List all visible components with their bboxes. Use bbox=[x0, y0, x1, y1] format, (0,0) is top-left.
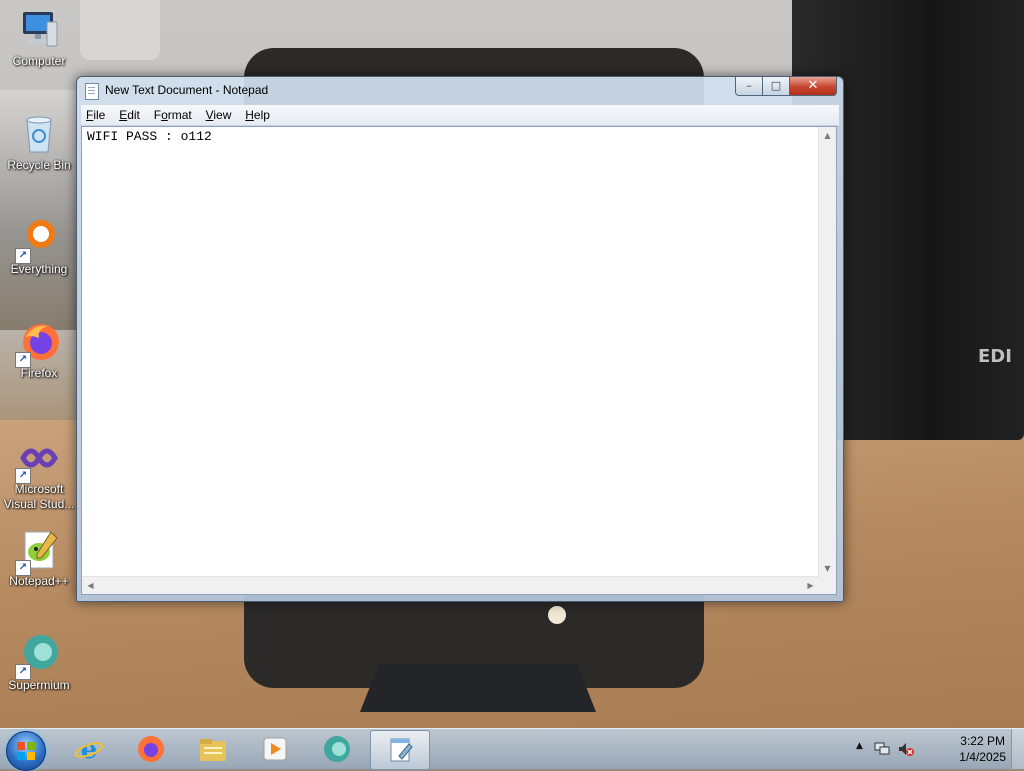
taskbar-internet-explorer[interactable]: e bbox=[60, 730, 118, 768]
taskbar-clock[interactable]: 3:22 PM 1/4/2025 bbox=[959, 733, 1006, 765]
windows-logo-icon bbox=[17, 742, 35, 760]
supermium-icon: ↗ bbox=[15, 632, 61, 680]
window-titlebar[interactable]: New Text Document - Notepad – □ ✕ bbox=[77, 77, 843, 105]
show-desktop-button[interactable] bbox=[1011, 729, 1024, 769]
menu-edit[interactable]: Edit bbox=[114, 105, 145, 125]
notepad-icon bbox=[85, 83, 99, 100]
wallpaper-vase bbox=[80, 0, 160, 60]
desktop-icon-label: Supermium bbox=[8, 678, 70, 692]
shortcut-arrow-icon: ↗ bbox=[15, 248, 31, 264]
text-editor[interactable]: WIFI PASS : o112 ▲ ▼ ◀ ▶ bbox=[81, 126, 837, 595]
computer-icon bbox=[17, 8, 61, 52]
horizontal-scrollbar[interactable]: ◀ ▶ bbox=[82, 576, 819, 594]
recycle-bin-icon bbox=[17, 112, 61, 156]
taskbar-notepad[interactable] bbox=[370, 730, 430, 770]
desktop-icon-label: Recycle Bin bbox=[7, 158, 71, 172]
menu-format[interactable]: Format bbox=[149, 105, 197, 125]
shortcut-arrow-icon: ↗ bbox=[15, 352, 31, 368]
vertical-scrollbar[interactable]: ▲ ▼ bbox=[818, 127, 836, 577]
desktop-icon-recycle-bin[interactable]: Recycle Bin bbox=[0, 112, 78, 173]
desktop-icon-label: Everything bbox=[10, 262, 68, 276]
clock-time: 3:22 PM bbox=[960, 734, 1005, 748]
taskbar-media-player[interactable] bbox=[246, 730, 304, 768]
menu-bar: File Edit Format View Help bbox=[81, 105, 839, 126]
close-button[interactable]: ✕ bbox=[790, 77, 837, 96]
start-button[interactable] bbox=[6, 731, 46, 771]
system-tray: ▲ 3:22 PM 1/4/2025 bbox=[854, 729, 1024, 769]
taskbar-supermium[interactable] bbox=[308, 730, 366, 768]
shortcut-arrow-icon: ↗ bbox=[15, 560, 31, 576]
desktop-icon-supermium[interactable]: ↗ Supermium bbox=[0, 632, 78, 693]
volume-muted-icon[interactable] bbox=[898, 741, 914, 757]
caption-buttons: – □ ✕ bbox=[735, 77, 837, 97]
internet-explorer-icon: e bbox=[74, 735, 104, 763]
desktop-icon-label: Firefox bbox=[20, 366, 58, 380]
clock-date: 1/4/2025 bbox=[959, 750, 1006, 764]
taskbar: e ▲ 3:22 PM 1/4/2025 bbox=[0, 728, 1024, 771]
menu-help[interactable]: Help bbox=[240, 105, 275, 125]
file-explorer-icon bbox=[200, 739, 226, 761]
menu-view[interactable]: View bbox=[201, 105, 237, 125]
desktop-icon-everything[interactable]: ↗ Everything bbox=[0, 216, 78, 277]
desktop-icon-notepad-plus-plus[interactable]: ↗ Notepad++ bbox=[0, 528, 78, 589]
shortcut-arrow-icon: ↗ bbox=[15, 468, 31, 484]
media-player-icon bbox=[263, 737, 287, 761]
window-title: New Text Document - Notepad bbox=[105, 83, 269, 97]
document-text[interactable]: WIFI PASS : o112 bbox=[82, 127, 819, 577]
supermium-icon bbox=[324, 736, 350, 762]
desktop-icon-visual-studio[interactable]: ↗ Microsoft Visual Stud... bbox=[0, 436, 78, 512]
svg-text:e: e bbox=[81, 735, 98, 763]
wallpaper-stand bbox=[360, 664, 596, 712]
scroll-right-icon[interactable]: ▶ bbox=[802, 577, 819, 594]
menu-file[interactable]: File bbox=[81, 105, 110, 125]
firefox-icon bbox=[138, 736, 164, 762]
desktop-icon-computer[interactable]: Computer bbox=[0, 8, 78, 69]
network-icon[interactable] bbox=[874, 741, 890, 757]
desktop-icon-label: Notepad++ bbox=[9, 574, 69, 588]
scroll-down-icon[interactable]: ▼ bbox=[819, 560, 836, 577]
notepad-plus-plus-icon: ↗ bbox=[15, 528, 61, 576]
desktop-icon-label: Microsoft Visual Stud... bbox=[3, 482, 75, 511]
scroll-left-icon[interactable]: ◀ bbox=[82, 577, 99, 594]
scroll-up-icon[interactable]: ▲ bbox=[819, 127, 836, 144]
scrollbar-corner bbox=[819, 577, 836, 594]
show-hidden-icons-icon[interactable]: ▲ bbox=[856, 741, 863, 751]
desktop-icon-label: Computer bbox=[12, 54, 66, 68]
taskbar-file-explorer[interactable] bbox=[184, 730, 242, 768]
notepad-icon bbox=[390, 738, 413, 762]
notepad-window[interactable]: New Text Document - Notepad – □ ✕ File E… bbox=[76, 76, 844, 602]
wallpaper-sign-dot bbox=[548, 606, 566, 624]
maximize-button[interactable]: □ bbox=[763, 77, 790, 96]
everything-icon: ↗ bbox=[15, 216, 61, 264]
firefox-icon: ↗ bbox=[15, 320, 61, 368]
desktop-icon-firefox[interactable]: ↗ Firefox bbox=[0, 320, 78, 381]
minimize-button[interactable]: – bbox=[735, 77, 763, 96]
visual-studio-icon: ↗ bbox=[15, 436, 61, 484]
shortcut-arrow-icon: ↗ bbox=[15, 664, 31, 680]
wallpaper-speaker-brand: EDI bbox=[978, 346, 1012, 367]
taskbar-firefox[interactable] bbox=[122, 730, 180, 768]
